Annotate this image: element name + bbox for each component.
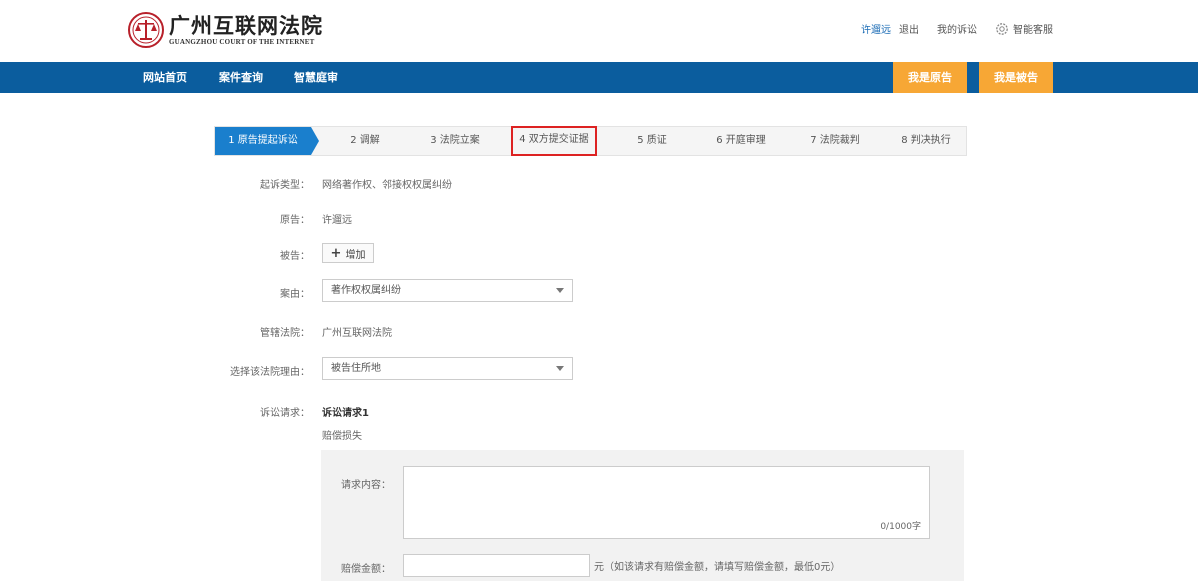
add-defendant-button[interactable]: + 增加 xyxy=(322,243,374,263)
plus-icon: + xyxy=(330,245,342,261)
cause-select[interactable]: 著作权权属纠纷 xyxy=(322,279,573,302)
step-2-mediation[interactable]: 2 调解 xyxy=(327,127,403,155)
top-links: 许遛远 退出 我的诉讼 智能客服 xyxy=(861,21,1053,36)
process-steps: 1 原告提起诉讼 2 调解 3 法院立案 4 双方提交证据 5 质证 6 开庭审… xyxy=(214,126,967,156)
amount-hint: 元（如该请求有赔偿金额，请填写赔偿金额，最低0元） xyxy=(594,562,841,573)
claim-content-textarea[interactable]: 0/1000字 xyxy=(403,466,930,539)
logout-link[interactable]: 退出 xyxy=(899,21,919,36)
claim-subtitle: 赔偿损失 xyxy=(322,431,362,442)
chevron-down-icon xyxy=(556,366,564,371)
case-type-label: 起诉类型： xyxy=(260,180,310,191)
nav-item-case-query[interactable]: 案件查询 xyxy=(219,62,263,93)
step-1-file-suit[interactable]: 1 原告提起诉讼 xyxy=(215,127,311,155)
step-8-execution[interactable]: 8 判决执行 xyxy=(887,127,965,155)
add-label: 增加 xyxy=(345,249,366,261)
court-emblem-icon xyxy=(128,12,164,48)
step-7-judgment[interactable]: 7 法院裁判 xyxy=(797,127,873,155)
plaintiff-button[interactable]: 我是原告 xyxy=(893,62,967,93)
user-name-link[interactable]: 许遛远 xyxy=(861,21,891,36)
step-arrow xyxy=(311,127,319,155)
my-case-link[interactable]: 我的诉讼 xyxy=(937,21,977,36)
reason-label: 选择该法院理由： xyxy=(230,367,310,378)
claim-label: 诉讼请求： xyxy=(260,408,310,419)
case-type-value: 网络著作权、邻接权权属纠纷 xyxy=(322,180,452,191)
reason-select[interactable]: 被告住所地 xyxy=(322,357,573,380)
smart-service-label: 智能客服 xyxy=(1013,25,1053,36)
defendant-label: 被告： xyxy=(280,251,310,262)
defendant-button[interactable]: 我是被告 xyxy=(979,62,1053,93)
court-label: 管辖法院： xyxy=(260,328,310,339)
gear-icon xyxy=(996,22,1008,35)
cause-select-value: 著作权权属纠纷 xyxy=(331,285,401,296)
claim-title: 诉讼请求1 xyxy=(322,408,369,419)
step-5-cross-exam[interactable]: 5 质证 xyxy=(617,127,687,155)
logo-subtitle: GUANGZHOU COURT OF THE INTERNET xyxy=(169,37,315,46)
reason-select-value: 被告住所地 xyxy=(331,363,381,374)
court-logo[interactable]: 广州互联网法院 GUANGZHOU COURT OF THE INTERNET xyxy=(127,11,323,49)
step-3-filing[interactable]: 3 法院立案 xyxy=(411,127,499,155)
nav-item-home[interactable]: 网站首页 xyxy=(143,62,187,93)
amount-input[interactable] xyxy=(403,554,590,577)
amount-label: 赔偿金额： xyxy=(341,564,391,575)
court-value: 广州互联网法院 xyxy=(322,328,392,339)
cause-label: 案由： xyxy=(280,289,310,300)
chevron-down-icon xyxy=(556,288,564,293)
header: 广州互联网法院 GUANGZHOU COURT OF THE INTERNET … xyxy=(0,0,1198,62)
char-counter: 0/1000字 xyxy=(880,522,921,532)
main-nav: 网站首页 案件查询 智慧庭审 我是原告 我是被告 xyxy=(0,62,1198,93)
step-4-submit-evidence[interactable]: 4 双方提交证据 xyxy=(511,126,597,156)
content-label: 请求内容： xyxy=(341,480,391,491)
nav-item-smart-trial[interactable]: 智慧庭审 xyxy=(294,62,338,93)
logo-title: 广州互联网法院 xyxy=(169,12,323,38)
plaintiff-label: 原告： xyxy=(280,215,310,226)
plaintiff-value: 许遛远 xyxy=(322,215,352,226)
step-6-hearing[interactable]: 6 开庭审理 xyxy=(703,127,779,155)
smart-service-link[interactable]: 智能客服 xyxy=(995,21,1053,36)
